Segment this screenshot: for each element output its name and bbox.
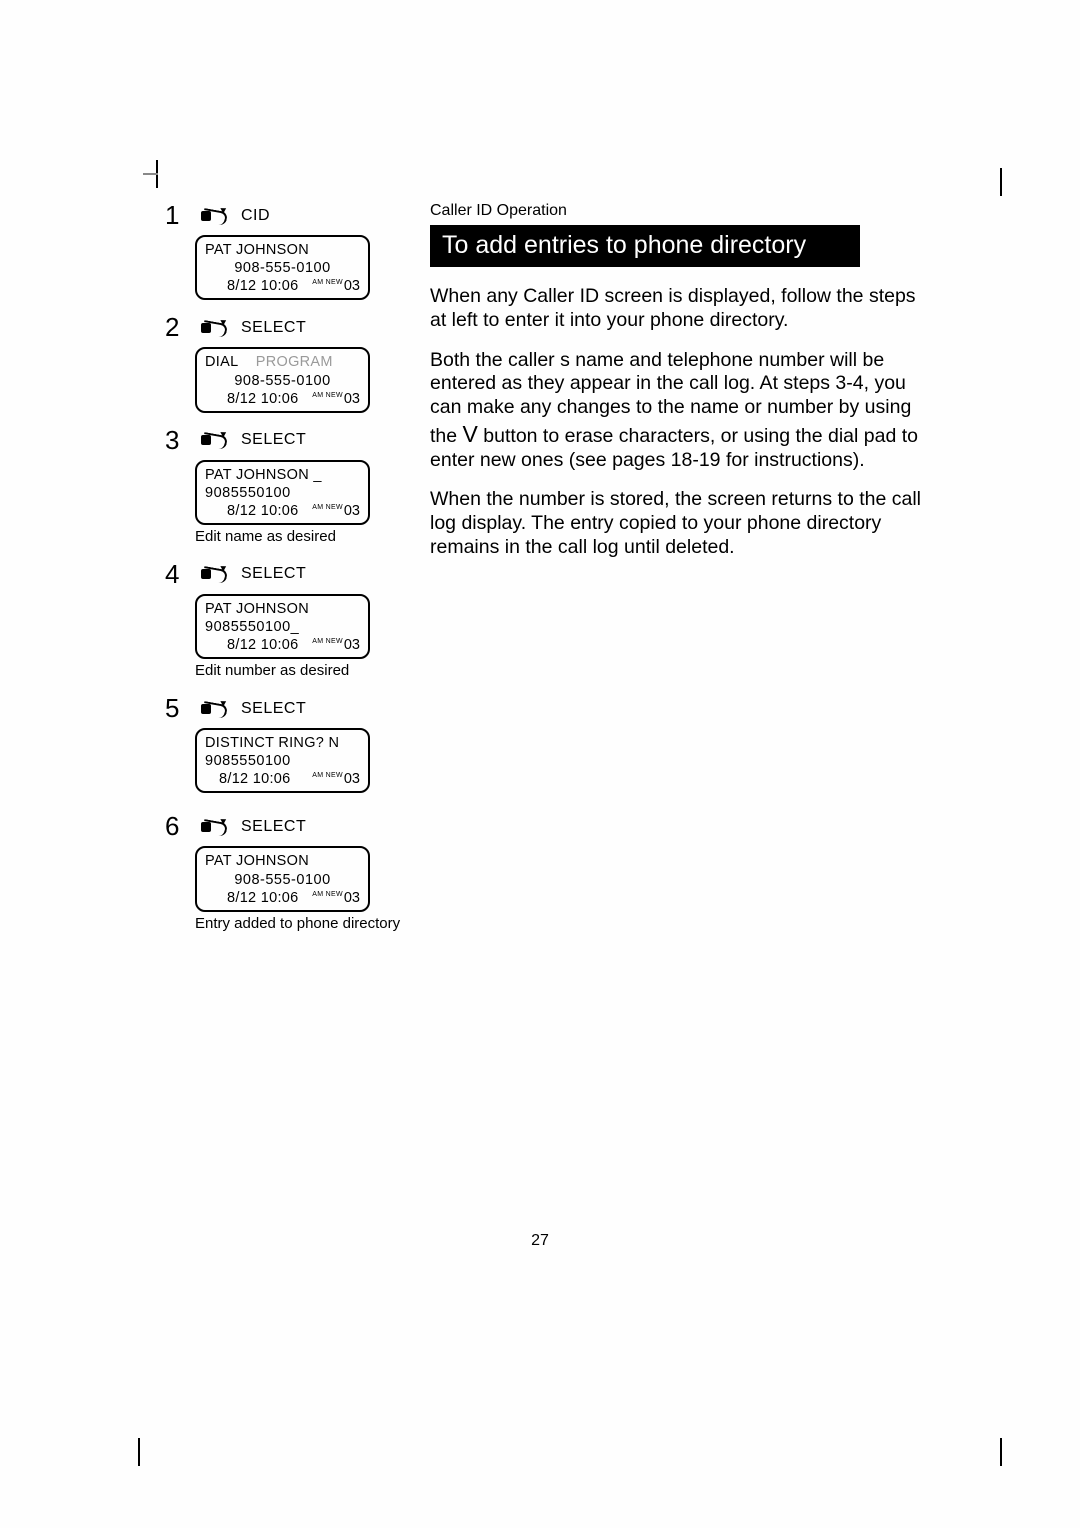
lcd-count: 03 (344, 391, 360, 407)
page-content: 1 CID PAT JOHNSON 908-555-0100 8/12 10:0… (165, 200, 935, 946)
lcd-count: 03 (344, 637, 360, 653)
lcd-amnew: AM NEW (312, 279, 343, 286)
lcd-count: 03 (344, 503, 360, 519)
lcd-amnew: AM NEW (312, 392, 343, 399)
step-label: SELECT (241, 431, 306, 449)
lcd-line3: 8/12 10:06 AM NEW03 (205, 277, 360, 295)
steps-column: 1 CID PAT JOHNSON 908-555-0100 8/12 10:0… (165, 200, 410, 946)
step: 5 SELECT DISTINCT RING? N 9085550100 8/1… (165, 693, 410, 793)
step: 6 SELECT PAT JOHNSON 908-555-0100 8/12 1… (165, 811, 410, 933)
press-icon (193, 816, 231, 838)
lcd-line3: 8/12 10:06 AM NEW03 (205, 636, 360, 654)
lcd-line3: 8/12 10:06 AM NEW03 (205, 390, 360, 408)
step-caption: Edit name as desired (195, 528, 410, 547)
lcd-date: 8/12 10:06 (205, 390, 299, 408)
lcd-date: 8/12 10:06 (205, 889, 299, 907)
step: 2 SELECT DIAL PROGRAM 908-555-0100 8/12 … (165, 312, 410, 412)
lcd-line1: DISTINCT RING? N (205, 734, 360, 752)
lcd-date: 8/12 10:06 (205, 770, 291, 788)
lcd-screen: PAT JOHNSON 9085550100_ 8/12 10:06 AM NE… (195, 594, 370, 659)
paragraph: Both the caller s name and telephone num… (430, 349, 935, 473)
lcd-amnew: AM NEW (312, 891, 343, 898)
lcd-screen: DIAL PROGRAM 908-555-0100 8/12 10:06 AM … (195, 347, 370, 412)
step-label: CID (241, 207, 270, 225)
step-caption: Entry added to phone directory (195, 915, 410, 934)
v-button-ref: V (463, 421, 478, 447)
crop-mark (974, 1438, 1002, 1466)
press-icon (193, 429, 231, 451)
step-number: 2 (165, 312, 183, 343)
lcd-line1: PAT JOHNSON _ (205, 466, 360, 484)
step-number: 6 (165, 811, 183, 842)
crop-mark (974, 168, 1002, 196)
lcd-line1: PAT JOHNSON (205, 600, 360, 618)
lcd-amnew: AM NEW (312, 772, 343, 779)
lcd-screen: DISTINCT RING? N 9085550100 8/12 10:06 A… (195, 728, 370, 793)
lcd-line2: 908-555-0100 (205, 871, 360, 889)
step: 4 SELECT PAT JOHNSON 9085550100_ 8/12 10… (165, 559, 410, 681)
lcd-screen: PAT JOHNSON _ 9085550100 8/12 10:06 AM N… (195, 460, 370, 525)
body-column: Caller ID Operation To add entries to ph… (430, 202, 935, 946)
step: 1 CID PAT JOHNSON 908-555-0100 8/12 10:0… (165, 200, 410, 300)
lcd-line3: 8/12 10:06 AM NEW03 (205, 502, 360, 520)
press-icon (193, 205, 231, 227)
title-bar: To add entries to phone directory (430, 225, 860, 267)
step-label: SELECT (241, 565, 306, 583)
step-number: 3 (165, 425, 183, 456)
step-label: SELECT (241, 818, 306, 836)
lcd-count: 03 (344, 890, 360, 906)
lcd-amnew: AM NEW (312, 504, 343, 511)
lcd-count: 03 (344, 278, 360, 294)
lcd-date: 8/12 10:06 (205, 636, 299, 654)
page-number: 27 (0, 1232, 1080, 1250)
lcd-screen: PAT JOHNSON 908-555-0100 8/12 10:06 AM N… (195, 235, 370, 300)
step-number: 4 (165, 559, 183, 590)
lcd-count: 03 (344, 771, 360, 787)
lcd-line3: 8/12 10:06 AM NEW03 (205, 770, 360, 788)
lcd-line3: 8/12 10:06 AM NEW03 (205, 889, 360, 907)
lcd-date: 8/12 10:06 (205, 277, 299, 295)
lcd-screen: PAT JOHNSON 908-555-0100 8/12 10:06 AM N… (195, 846, 370, 911)
step-label: SELECT (241, 319, 306, 337)
step-caption: Edit number as desired (195, 662, 410, 681)
lcd-line2: 9085550100 (205, 484, 360, 502)
lcd-amnew: AM NEW (312, 638, 343, 645)
lcd-line2: 908-555-0100 (205, 259, 360, 277)
crop-mark (138, 1438, 166, 1466)
lcd-line1: PAT JOHNSON (205, 241, 360, 259)
section-header: Caller ID Operation (430, 202, 935, 220)
lcd-line2: 9085550100_ (205, 618, 360, 636)
paragraph: When the number is stored, the screen re… (430, 488, 935, 559)
press-icon (193, 317, 231, 339)
lcd-line1: DIAL PROGRAM (205, 353, 360, 371)
step-number: 5 (165, 693, 183, 724)
press-icon (193, 563, 231, 585)
lcd-date: 8/12 10:06 (205, 502, 299, 520)
step-number: 1 (165, 200, 183, 231)
lcd-line2: 9085550100 (205, 752, 360, 770)
step: 3 SELECT PAT JOHNSON _ 9085550100 8/12 1… (165, 425, 410, 547)
step-label: SELECT (241, 700, 306, 718)
press-icon (193, 698, 231, 720)
crop-mark (156, 160, 184, 188)
paragraph: When any Caller ID screen is displayed, … (430, 285, 935, 333)
lcd-line1: PAT JOHNSON (205, 852, 360, 870)
lcd-line2: 908-555-0100 (205, 372, 360, 390)
